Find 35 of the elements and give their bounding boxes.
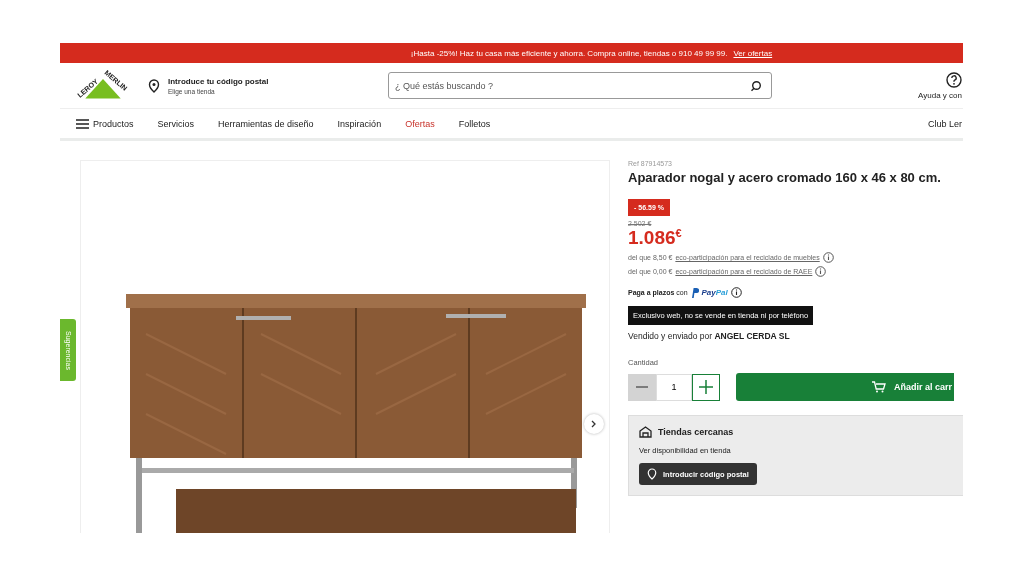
paypal-p-icon — [690, 287, 699, 298]
nav-link[interactable]: Herramientas de diseño — [218, 118, 314, 129]
location-pin-icon — [647, 468, 657, 481]
help-icon[interactable] — [946, 71, 962, 88]
seller-text: Vendido y enviado por ANGEL CERDA SL — [628, 331, 790, 342]
promo-link[interactable]: Ver ofertas — [733, 48, 773, 58]
nav-link[interactable]: Club Ler — [927, 118, 963, 129]
postal-code-title[interactable]: Introduce tu código postal — [168, 76, 269, 86]
info-icon[interactable] — [730, 287, 742, 299]
location-pin-icon — [148, 78, 160, 93]
cart-icon — [871, 381, 886, 394]
minus-icon — [636, 386, 648, 389]
stores-title: Tiendas cercanas — [658, 427, 734, 438]
nav-link[interactable]: Inspiración — [337, 118, 382, 129]
add-to-cart-button[interactable]: Añadir al carr — [736, 373, 954, 402]
price: 1.086$^{€}$ — [628, 227, 682, 250]
search-field[interactable]: ¿ Qué estás buscando ? — [388, 72, 772, 99]
promo-text: ¡Hasta -25%! Haz tu casa más eficiente y ahorra. Compra online, tiendas o 910 49 99 99. — [410, 48, 728, 58]
info-icon[interactable] — [822, 252, 834, 264]
search-icon[interactable] — [750, 80, 762, 92]
nav-link[interactable]: Servicios — [157, 118, 195, 129]
quantity-field[interactable]: 1 — [656, 373, 692, 401]
nav-link[interactable]: Ofertas — [405, 118, 435, 129]
menu-icon — [76, 118, 89, 129]
products-menu-button[interactable]: Productos — [76, 118, 134, 129]
product-title: Aparador nogal y acero cromado 160 x 46 x 80 cm. — [628, 170, 941, 185]
store-icon — [639, 426, 652, 439]
plus-icon — [699, 380, 713, 395]
chevron-right-icon — [591, 420, 597, 428]
nav-link[interactable]: Folletos — [458, 118, 491, 129]
info-icon[interactable] — [815, 266, 827, 278]
increase-button[interactable] — [692, 373, 720, 401]
paypal-logo: PayPal — [701, 288, 728, 298]
decrease-button[interactable] — [628, 373, 656, 401]
help-label[interactable]: Ayuda y con — [918, 90, 962, 100]
